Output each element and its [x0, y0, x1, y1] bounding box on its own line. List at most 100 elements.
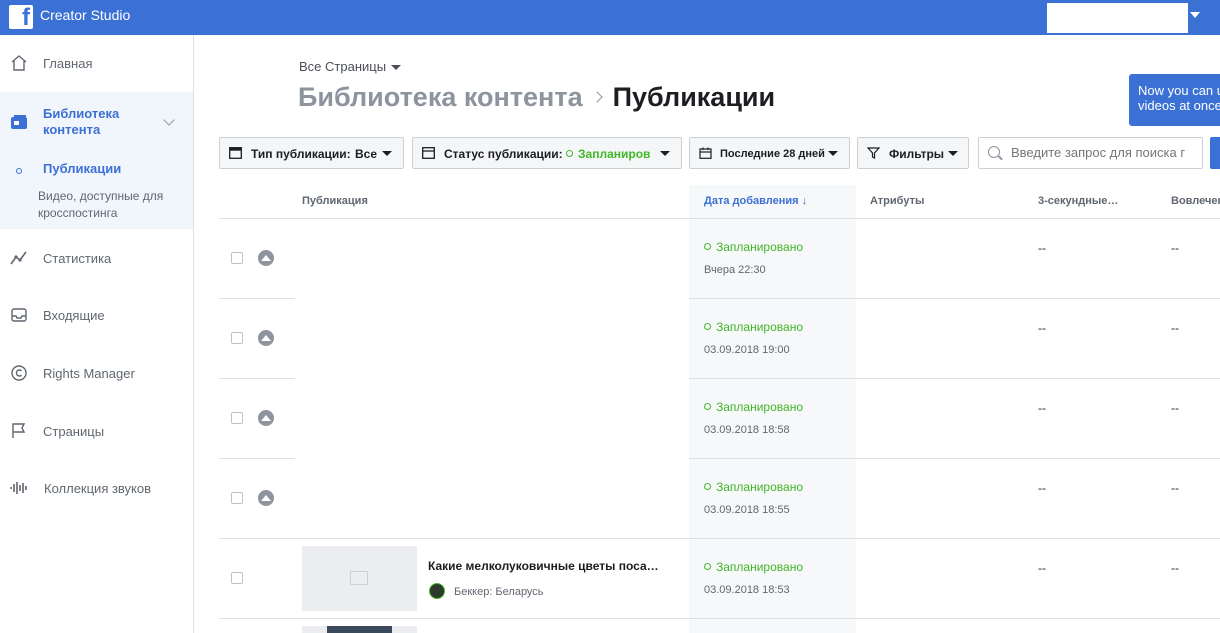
page-selector-label: Все Страницы [299, 59, 387, 74]
caret-down-icon [382, 151, 392, 156]
breadcrumb-parent[interactable]: Библиотека контента [298, 82, 583, 112]
date-text: 03.09.2018 19:00 [704, 344, 790, 356]
sound-wave-icon [10, 482, 27, 494]
video-preview [327, 626, 392, 633]
column-header-3-second-views[interactable]: 3-секундные… [1038, 195, 1118, 207]
active-dot-icon [16, 168, 22, 174]
photo-icon [258, 410, 274, 426]
inbox-icon [11, 308, 27, 322]
column-header-engagement[interactable]: Вовлечен [1171, 195, 1220, 207]
metric-value: -- [1171, 401, 1179, 415]
announcement-tooltip[interactable]: Now you can u videos at once [1129, 74, 1220, 126]
column-header-label: Дата добавления [704, 195, 799, 207]
sidebar-item-rights-manager[interactable]: Rights Manager [0, 353, 193, 393]
content-library-icon [11, 115, 27, 129]
row-checkbox[interactable] [231, 412, 243, 424]
sidebar-item-sound-collection[interactable]: Коллекция звуков [0, 468, 193, 508]
sidebar-item-label: Коллекция звуков [44, 481, 152, 496]
post-thumbnail[interactable] [302, 546, 417, 611]
status-text: Запланировано [716, 320, 803, 334]
date-text: 03.09.2018 18:53 [704, 584, 790, 596]
sidebar-item-label: Rights Manager [43, 366, 135, 381]
metric-value: -- [1038, 321, 1046, 335]
table-row[interactable]: Запланировано Вчера 22:30 -- -- [219, 219, 1220, 299]
filter-label: Статус публикации: [444, 147, 563, 161]
row-checkbox[interactable] [231, 492, 243, 504]
status-text: Запланировано [716, 240, 803, 254]
status-dot-icon [704, 403, 711, 410]
calendar-icon [699, 147, 712, 159]
date-text: Вчера 22:30 [704, 264, 766, 276]
status-text: Запланировано [716, 400, 803, 414]
table-row[interactable]: Запланировано 03.09.2018 19:00 -- -- [219, 299, 1220, 379]
metric-value: -- [1171, 481, 1179, 495]
metric-value: -- [1038, 561, 1046, 575]
post-thumbnail[interactable] [302, 626, 417, 633]
account-dropdown-caret-icon[interactable] [1190, 12, 1200, 18]
sidebar: Главная Библиотека контента Публикации В… [0, 35, 194, 633]
search-input[interactable] [1011, 145, 1196, 160]
page-title: Публикации [612, 82, 776, 112]
caret-down-icon [948, 151, 958, 156]
metric-value: -- [1038, 401, 1046, 415]
sidebar-item-inbox[interactable]: Входящие [0, 295, 193, 335]
metric-value: -- [1038, 241, 1046, 255]
search-box[interactable] [978, 137, 1203, 169]
post-type-filter[interactable]: Тип публикации: Все [219, 137, 404, 169]
date-range-filter[interactable]: Последние 28 дней [689, 137, 850, 169]
filter-label: Тип публикации: [251, 147, 351, 161]
post-title[interactable]: Какие мелколуковичные цветы поса… [428, 559, 673, 573]
status-dot-icon [566, 150, 573, 157]
sidebar-item-label: Статистика [43, 251, 112, 266]
tooltip-line: Now you can u [1138, 83, 1220, 98]
account-selector[interactable] [1047, 3, 1188, 33]
status-text: Запланировано [716, 480, 803, 494]
sidebar-item-insights[interactable]: Статистика [0, 238, 193, 278]
row-checkbox[interactable] [231, 332, 243, 344]
sidebar-item-home[interactable]: Главная [0, 43, 193, 83]
status-dot-icon [704, 323, 711, 330]
metric-value: -- [1038, 481, 1046, 495]
column-header-date-added[interactable]: Дата добавления ↓ [704, 195, 807, 207]
column-header-post[interactable]: Публикация [302, 195, 368, 207]
sidebar-item-label: Библиотека контента [43, 106, 120, 137]
placeholder-image-icon [350, 571, 368, 585]
row-divider [219, 618, 1220, 619]
create-post-button[interactable] [1210, 137, 1220, 169]
post-status-filter[interactable]: Статус публикации: Запланиров [412, 137, 682, 169]
sidebar-subitem-crosspost[interactable]: Видео, доступные для кросспостинга [38, 188, 178, 222]
filter-label: Последние 28 дней [720, 148, 825, 160]
table-row[interactable]: Запланировано 03.09.2018 18:55 -- -- [219, 459, 1220, 539]
page-selector[interactable]: Все Страницы [299, 59, 402, 74]
breadcrumb: Библиотека контента Публикации [298, 82, 775, 113]
row-checkbox[interactable] [231, 252, 243, 264]
status-dot-icon [704, 563, 711, 570]
post-type-icon [229, 147, 242, 159]
app-title: Creator Studio [40, 7, 131, 23]
home-icon [11, 55, 27, 71]
copyright-icon [11, 365, 27, 381]
chevron-right-icon [590, 91, 603, 103]
sidebar-item-pages[interactable]: Страницы [0, 411, 193, 451]
filters-button[interactable]: Фильтры [857, 137, 969, 169]
table-row[interactable]: Запланировано 03.09.2018 18:58 -- -- [219, 379, 1220, 459]
row-checkbox[interactable] [231, 572, 243, 584]
photo-icon [258, 490, 274, 506]
avatar [429, 583, 445, 599]
sidebar-subitem-posts[interactable]: Публикации [43, 161, 121, 176]
table-row[interactable]: Какие мелколуковичные цветы поса… Беккер… [219, 539, 1220, 619]
search-icon [988, 146, 1000, 158]
photo-icon [258, 250, 274, 266]
sidebar-item-content-library[interactable]: Библиотека контента Публикации Видео, до… [0, 92, 193, 229]
table-header: Публикация Дата добавления ↓ Атрибуты 3-… [219, 185, 1220, 219]
column-header-attributes[interactable]: Атрибуты [870, 195, 924, 207]
sidebar-item-label: Входящие [43, 308, 105, 323]
caret-down-icon [660, 151, 670, 156]
filter-value: Все [355, 147, 378, 161]
status-dot-icon [704, 483, 711, 490]
post-status-icon [422, 147, 435, 159]
chevron-down-icon[interactable] [163, 114, 175, 126]
insights-icon [10, 251, 27, 265]
status-text: Запланировано [716, 560, 803, 574]
facebook-logo-icon[interactable]: f [9, 4, 33, 31]
